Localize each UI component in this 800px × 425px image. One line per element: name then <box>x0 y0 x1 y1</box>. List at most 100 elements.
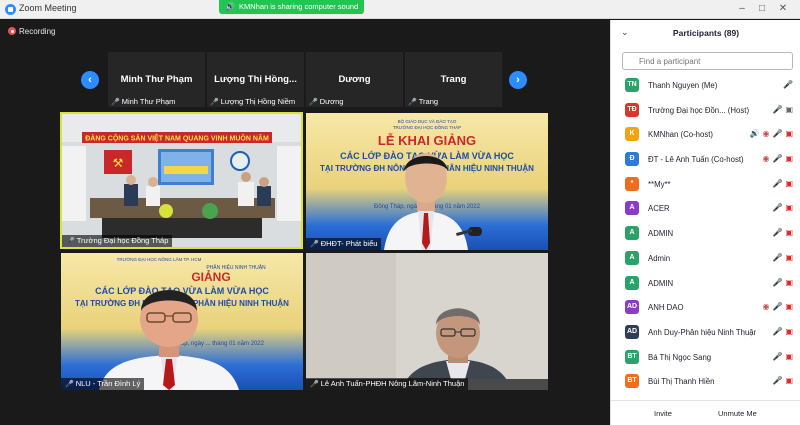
participant-status-icons: 🔊 ◉ 🎤 ▣ <box>747 129 793 141</box>
video-tile-ninh-thuan[interactable]: 🎤 Lê Anh Tuấn-PHĐH Nông Lâm-Ninh Thuận <box>306 253 548 390</box>
search-input[interactable] <box>622 52 793 70</box>
participants-footer: Invite Unmute Me <box>611 400 800 425</box>
participant-status-icons: 🎤 ▣ <box>769 105 793 117</box>
mic-off-icon: 🎤 <box>111 99 120 106</box>
strip-tile-label: 🎤 Trang <box>408 97 438 106</box>
participant-row[interactable]: Đ ĐT - Lê Anh Tuấn (Co-host) ◉ 🎤 ▣ <box>611 148 800 173</box>
strip-tile-label: 🎤 Dương <box>309 97 343 106</box>
strip-tile-name: Minh Thư Phạm <box>120 74 193 85</box>
participant-name: KMNhan (Co-host) <box>648 130 713 140</box>
video-tile-speaker[interactable]: BỘ GIÁO DỤC VÀ ĐÀO TẠO TRƯỜNG ĐẠI HỌC ĐỒ… <box>306 113 548 250</box>
participant-row[interactable]: K KMNhan (Co-host) 🔊 ◉ 🎤 ▣ <box>611 123 800 148</box>
participants-header: ⌄ Participants (89) <box>611 20 800 46</box>
mic-off-icon: 🎤 <box>310 381 319 388</box>
nlu-speaker-video: TRƯỜNG ĐẠI HỌC NÔNG LÂM TP. HCM PHÂN HIỆ… <box>75 256 289 390</box>
mic-on-icon: 🎤 <box>772 104 783 114</box>
avatar: AD <box>625 300 639 315</box>
participant-row[interactable]: * **My** 🎤 ▣ <box>611 173 800 198</box>
sharing-sound-banner[interactable]: 🔊 KMNhan is sharing computer sound <box>219 0 364 14</box>
strip-tile[interactable]: Lượng Thị Hồng... 🎤 Lượng Thị Hồng Niềm <box>207 52 304 107</box>
screen-share-icon: ◉ <box>762 302 770 312</box>
maximize-icon[interactable]: □ <box>755 2 769 16</box>
screen-share-icon: ◉ <box>762 129 770 139</box>
ninh-thuan-video <box>306 253 548 390</box>
camera-off-icon: ▣ <box>785 326 793 336</box>
strip-tile-label: 🎤 Minh Thư Phạm <box>111 97 175 106</box>
avatar: Đ <box>625 152 639 167</box>
camera-off-icon: ▣ <box>785 228 793 238</box>
camera-off-icon: ▣ <box>785 178 793 188</box>
participant-row[interactable]: AD ANH DAO ◉ 🎤 ▣ <box>611 296 800 321</box>
participant-status-icons: ◉ 🎤 ▣ <box>759 302 793 314</box>
camera-off-icon: ▣ <box>785 252 793 262</box>
participant-name: Bùi Thị Thanh Hiền <box>648 377 715 387</box>
mic-off-icon: 🎤 <box>772 178 783 188</box>
participant-status-icons: 🎤 ▣ <box>769 203 793 215</box>
avatar: A <box>625 226 639 241</box>
participant-status-icons: 🎤 ▣ <box>769 278 793 290</box>
participant-row[interactable]: AD Anh Duy-Phân hiệu Ninh Thuận 🎤 ▣ <box>611 321 800 346</box>
participant-row[interactable]: A ADMIN 🎤 ▣ <box>611 222 800 247</box>
strip-tile[interactable]: Trang 🎤 Trang <box>405 52 502 107</box>
participant-status-icons: ◉ 🎤 ▣ <box>759 154 793 166</box>
video-tile-nlu[interactable]: TRƯỜNG ĐẠI HỌC NÔNG LÂM TP. HCM PHÂN HIỆ… <box>61 253 303 390</box>
strip-tile-label-text: Lượng Thị Hồng Niềm <box>220 97 296 106</box>
banner-title-tail-text: GIẢNG <box>191 269 230 284</box>
sharing-sound-text: KMNhan is sharing computer sound <box>239 2 359 11</box>
recording-label: Recording <box>19 27 56 36</box>
participant-status-icons: 🎤 ▣ <box>769 179 793 191</box>
mic-off-icon: 🎤 <box>772 376 783 386</box>
participant-row[interactable]: TN Thanh Nguyen (Me) 🎤 <box>611 74 800 99</box>
participant-row[interactable]: BT Bùi Thị Thanh Hiền 🎤 ▣ <box>611 370 800 395</box>
window-title: Zoom Meeting <box>19 3 77 13</box>
svg-text:⚒: ⚒ <box>113 156 124 170</box>
avatar: A <box>625 250 639 265</box>
participants-panel: ⌄ Participants (89) TN Thanh Nguyen (Me) 🎤… <box>610 20 800 425</box>
mic-off-icon: 🎤 <box>772 129 783 139</box>
video-area: Recording ‹ › Minh Thư Phạm 🎤 Minh Thư Ph… <box>0 20 610 425</box>
participant-row[interactable]: A ADMIN 🎤 ▣ <box>611 272 800 297</box>
participant-name: ADMIN <box>648 278 674 288</box>
banner-org-text: BỘ GIÁO DỤC VÀ ĐÀO TẠO <box>398 118 457 124</box>
mic-off-icon: 🎤 <box>772 154 783 164</box>
speaker-video: BỘ GIÁO DỤC VÀ ĐÀO TẠO TRƯỜNG ĐẠI HỌC ĐỒ… <box>320 118 534 250</box>
mic-off-icon: 🎤 <box>772 326 783 336</box>
unmute-me-button[interactable]: Unmute Me <box>711 406 764 419</box>
participant-name: ADMIN <box>648 229 674 239</box>
video-tile-label: 🎤 Lê Anh Tuấn-PHĐH Nông Lâm-Ninh Thuận <box>306 378 469 390</box>
banner-title-text: LỄ KHAI GIẢNG <box>378 133 476 148</box>
mic-off-icon: 🎤 <box>210 99 219 106</box>
participant-status-icons: 🎤 ▣ <box>769 376 793 388</box>
camera-off-icon: ▣ <box>785 351 793 361</box>
title-bar: Zoom Meeting 🔊 KMNhan is sharing compute… <box>0 0 800 19</box>
participant-name: Trường Đại học Đồn... (Host) <box>648 105 750 115</box>
participant-status-icons: 🎤 ▣ <box>769 327 793 339</box>
next-page-button[interactable]: › <box>509 71 527 89</box>
video-tile-label-text: ĐHĐT- Phát biểu <box>320 239 378 248</box>
strip-tile-label: 🎤 Lượng Thị Hồng Niềm <box>210 97 295 106</box>
camera-on-icon: ▣ <box>785 104 793 114</box>
video-tile-conference-room[interactable]: ĐẢNG CỘNG SẢN VIỆT NAM QUANG VINH MUÔN N… <box>60 112 303 249</box>
participant-row[interactable]: A ACER 🎤 ▣ <box>611 197 800 222</box>
mic-off-icon: 🎤 <box>783 80 793 89</box>
participant-row[interactable]: BT Bá Thị Ngọc Sang 🎤 ▣ <box>611 346 800 371</box>
recording-indicator[interactable]: Recording <box>8 27 55 36</box>
video-tile-label: 🎤 Trường Đại học Đồng Tháp <box>62 235 173 247</box>
participant-name: Thanh Nguyen (Me) <box>648 81 718 90</box>
minimize-icon[interactable]: – <box>735 2 749 16</box>
participant-row[interactable]: A Admin 🎤 ▣ <box>611 247 800 272</box>
banner-upper-text: TRƯỜNG ĐẠI HỌC NÔNG LÂM TP. HCM <box>117 256 202 262</box>
strip-tile[interactable]: Minh Thư Phạm 🎤 Minh Thư Phạm <box>108 52 205 107</box>
mic-off-icon: 🎤 <box>772 351 783 361</box>
speaker-icon: 🔊 <box>749 129 760 139</box>
close-icon[interactable]: ✕ <box>776 2 790 16</box>
recording-icon <box>8 27 16 35</box>
camera-off-icon: ▣ <box>785 277 793 287</box>
mic-off-icon: 🎤 <box>65 381 74 388</box>
prev-page-button[interactable]: ‹ <box>81 71 99 89</box>
strip-tile[interactable]: Dương 🎤 Dương <box>306 52 403 107</box>
invite-button[interactable]: Invite <box>647 406 679 419</box>
participant-name: Anh Duy-Phân hiệu Ninh Thuận <box>648 327 756 337</box>
participant-row[interactable]: TĐ Trường Đại học Đồn... (Host) 🎤 ▣ <box>611 99 800 124</box>
mic-off-icon: 🎤 <box>772 252 783 262</box>
